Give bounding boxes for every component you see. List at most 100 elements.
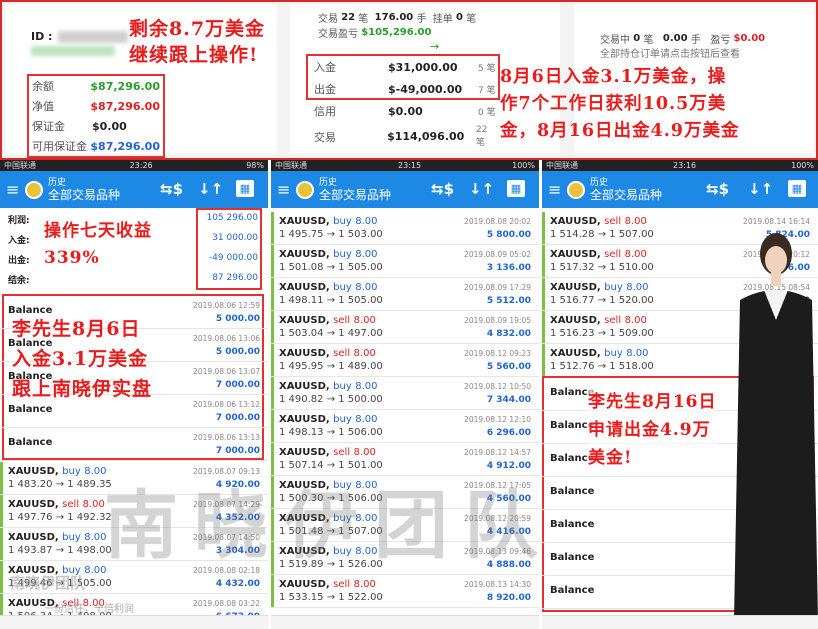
trade-profit: 3 136.00	[486, 263, 531, 273]
trade-side: sell	[62, 499, 80, 510]
trade-symbol: XAUUSD, sell 8.00	[550, 249, 647, 260]
arrow-icon: →	[430, 40, 440, 53]
currency-exchange-icon[interactable]: ⇆$	[706, 180, 729, 198]
app-logo-icon	[25, 180, 43, 199]
trade-row[interactable]: XAUUSD, buy 8.00 1 498.11 → 1 505.00 2019.…	[271, 278, 539, 311]
trade-lots: 8.00	[626, 282, 649, 293]
trade-side: sell	[604, 249, 622, 260]
symbol-name: XAUUSD,	[279, 414, 330, 425]
summary-label: 利润:	[8, 216, 30, 226]
trade-symbol: XAUUSD, sell 8.00	[279, 315, 376, 326]
balance-row[interactable]: Balance 2019.08.06 13:13 7 000.00	[0, 428, 268, 461]
positions-head: 交易中 0 笔 0.00 手 盈亏 $0.00	[600, 33, 766, 46]
app-bar: ≡ 历史 全部交易品种 ⇆$ ↓↑ ▦	[542, 171, 818, 208]
balance-label: Balance	[550, 585, 595, 596]
balance-label: Balance	[550, 552, 595, 563]
balance-label: Balance	[8, 437, 53, 448]
row-accent	[271, 278, 274, 310]
row-accent	[271, 410, 274, 442]
row-count: 5 笔	[478, 63, 496, 74]
trade-date: 2019.08.12 09:23	[464, 349, 531, 358]
trade-side: buy	[604, 282, 623, 293]
trade-lots: 8.00	[353, 348, 376, 359]
calendar-icon[interactable]: ▦	[236, 180, 254, 197]
symbol-name: XAUUSD,	[550, 282, 601, 293]
trade-row[interactable]: XAUUSD, sell 8.00 1 495.95 → 1 489.00 2019…	[271, 344, 539, 377]
balance-amount: 7 000.00	[215, 413, 260, 423]
sort-icon[interactable]: ↓↑	[469, 180, 494, 198]
symbol-name: XAUUSD,	[279, 579, 330, 590]
trade-date: 2019.08.12 14:57	[464, 448, 531, 457]
symbol-name: XAUUSD,	[279, 315, 330, 326]
trade-symbol: XAUUSD, buy 8.00	[279, 414, 378, 425]
app-logo-icon	[567, 180, 585, 199]
trade-date: 2019.08.12 10:50	[464, 382, 531, 391]
trade-row[interactable]: XAUUSD, buy 8.00 1 501.08 → 1 505.00 2019.…	[271, 245, 539, 278]
row-count: 7 笔	[478, 85, 496, 96]
trade-symbol: XAUUSD, buy 8.00	[279, 249, 378, 260]
sort-icon[interactable]: ↓↑	[198, 180, 223, 198]
trade-row[interactable]: XAUUSD, buy 8.00 1 498.13 → 1 506.00 2019.…	[271, 410, 539, 443]
trade-lots: 8.00	[355, 249, 378, 260]
row-accent	[0, 528, 3, 560]
small-watermark: 南晓伊团队	[10, 574, 86, 592]
balance-date: 2019.08.06 12:59	[193, 301, 260, 310]
slogan-watermark: 一份信任，十倍利润	[44, 604, 134, 615]
stats-head: 交易 22 笔 176.00 手 挂单 0 笔	[318, 12, 477, 25]
currency-exchange-icon[interactable]: ⇆$	[160, 180, 183, 198]
menu-icon[interactable]: ≡	[6, 180, 20, 199]
stat-row: 出金 $-49,000.00 7 笔	[314, 81, 499, 97]
trade-date: 2019.08.13 14:30	[464, 580, 531, 589]
symbol-name: XAUUSD,	[279, 249, 330, 260]
symbol-name: XAUUSD,	[279, 348, 330, 359]
name-redacted	[31, 46, 115, 56]
trade-side: buy	[333, 414, 352, 425]
trade-lots: 8.00	[624, 249, 647, 260]
app-bar: ≡ 历史 全部交易品种 ⇆$ ↓↑ ▦	[0, 171, 268, 208]
symbol-name: XAUUSD,	[279, 447, 330, 458]
trade-side: sell	[333, 447, 351, 458]
positions-note: 全部持仓订单请点击按钮后查看	[600, 49, 740, 60]
trade-prices: 1 501.08 → 1 505.00	[279, 262, 383, 273]
trade-side: sell	[333, 579, 351, 590]
row-accent	[542, 278, 545, 310]
menu-icon[interactable]: ≡	[548, 180, 562, 199]
row-label: 交易	[314, 130, 336, 144]
highlight-box-summary	[196, 208, 262, 290]
trade-profit: 5 800.00	[486, 230, 531, 240]
trade-symbol: XAUUSD, sell 8.00	[279, 348, 376, 359]
trade-row[interactable]: XAUUSD, sell 8.00 1 503.04 → 1 497.00 2019…	[271, 311, 539, 344]
row-accent	[0, 561, 3, 593]
balance-row: 净值 $87,296.00	[32, 98, 160, 114]
trade-date: 2019.08.09 05:02	[464, 250, 531, 259]
calendar-icon[interactable]: ▦	[788, 180, 806, 197]
row-label: 余额	[32, 80, 54, 93]
sort-icon[interactable]: ↓↑	[748, 180, 773, 198]
balance-row: 可用保证金 $87,296.00	[32, 138, 160, 154]
trade-row[interactable]: XAUUSD, buy 8.00 1 490.82 → 1 500.00 2019.…	[271, 377, 539, 410]
summary-label: 入金:	[8, 236, 30, 246]
calendar-icon[interactable]: ▦	[507, 180, 525, 197]
trade-lots: 8.00	[626, 348, 649, 359]
phone-screen-3: 中国联通 23:16 100% ≡ 历史 全部交易品种 ⇆$ ↓↑ ▦ XAUUSD,…	[542, 160, 818, 629]
menu-icon[interactable]: ≡	[277, 180, 291, 199]
currency-exchange-icon[interactable]: ⇆$	[431, 180, 454, 198]
trade-lots: 8.00	[353, 579, 376, 590]
trade-prices: 1 503.04 → 1 497.00	[279, 328, 383, 339]
trade-row[interactable]: XAUUSD, buy 8.00 1 495.75 → 1 503.00 2019.…	[271, 212, 539, 245]
trade-date: 2019.08.08 20:02	[464, 217, 531, 226]
balance-row: 余额 $87,296.00	[32, 78, 160, 94]
trade-lots: 8.00	[624, 216, 647, 227]
row-accent	[542, 344, 545, 376]
row-value: $87,296.00	[90, 79, 160, 93]
overlay-seven-day-return: 操作七天收益 339%	[44, 221, 152, 268]
row-accent	[542, 311, 545, 343]
trade-prices: 1 512.76 → 1 518.00	[550, 361, 654, 372]
balance-date: 2019.08.06 13:07	[193, 367, 260, 376]
stats-profit: 交易盈亏 $105,296.00	[318, 27, 432, 40]
trade-row[interactable]: XAUUSD, sell 8.00 1 533.15 → 1 522.00 2019…	[271, 575, 539, 608]
row-label: 可用保证金	[32, 140, 87, 153]
balance-amount: 7 000.00	[215, 380, 260, 390]
row-label: 出金	[314, 83, 336, 96]
trade-prices: 1 490.82 → 1 500.00	[279, 394, 383, 405]
